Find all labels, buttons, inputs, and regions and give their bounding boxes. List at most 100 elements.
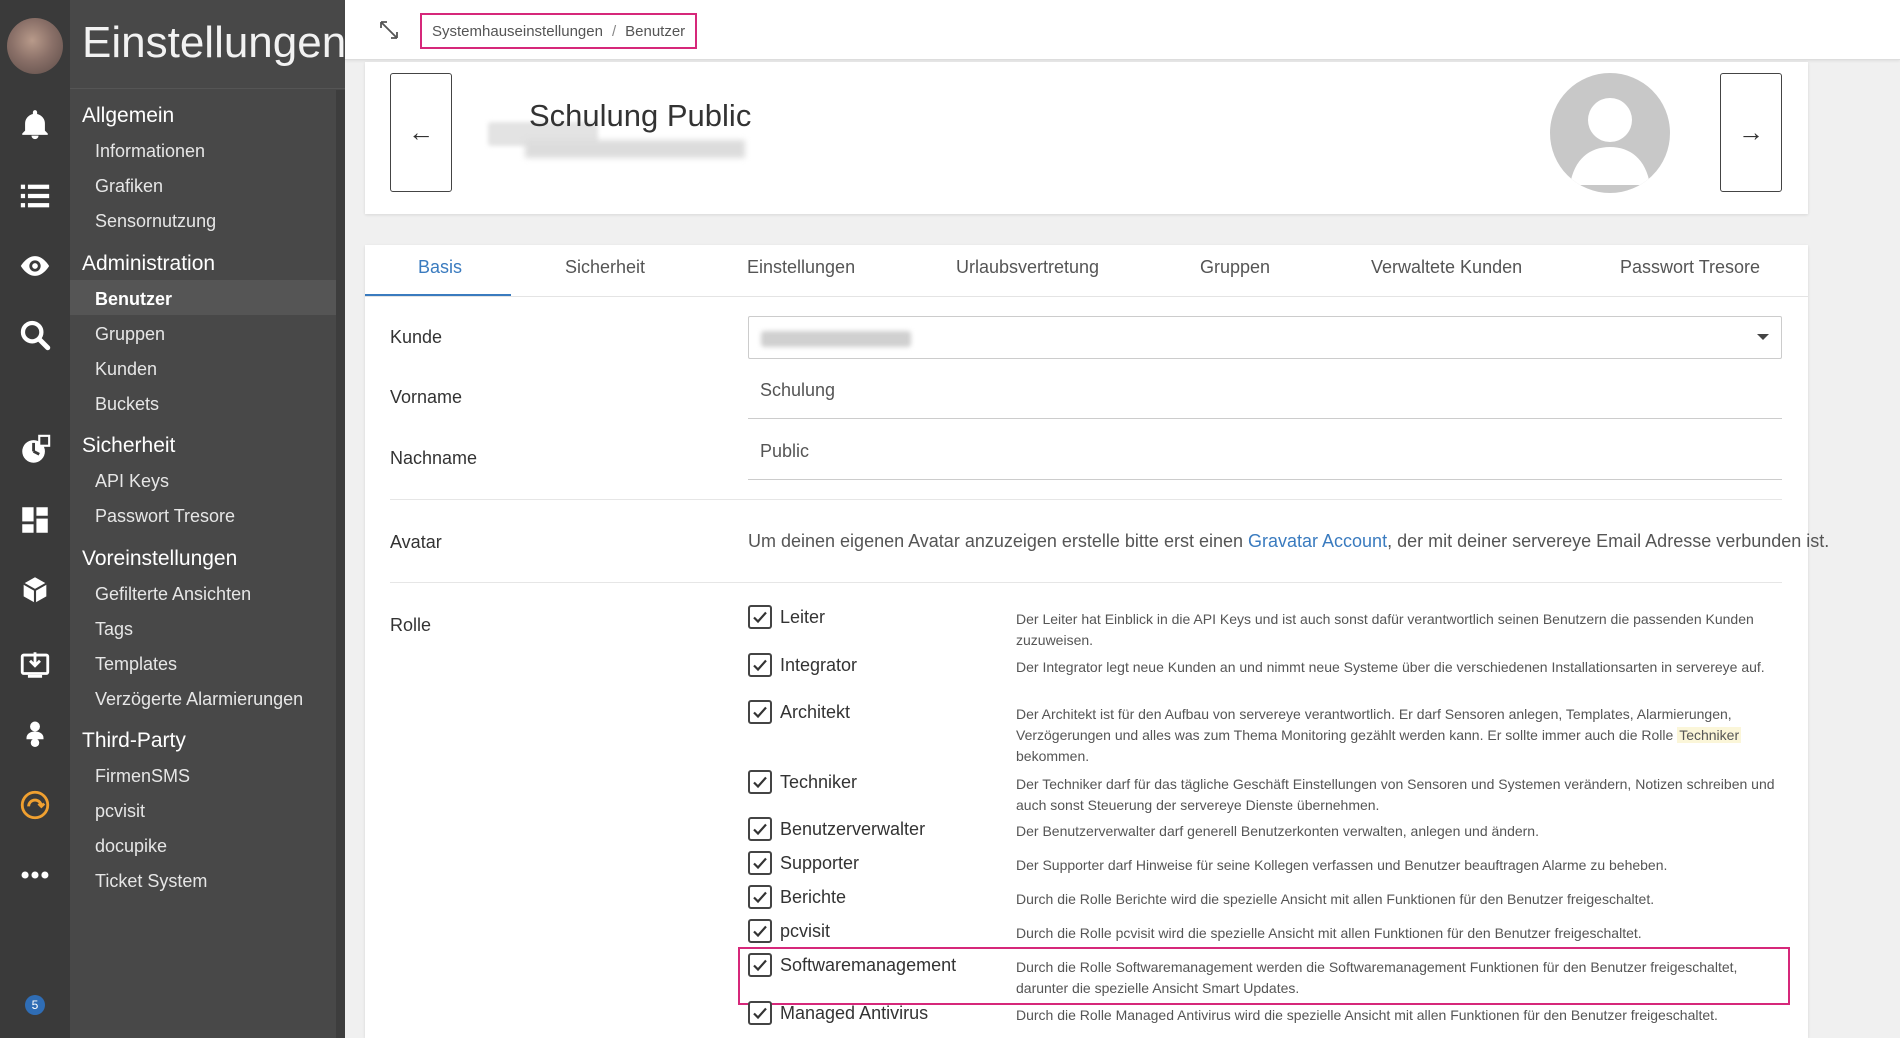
role-name-leiter: Leiter: [780, 607, 826, 627]
role-name-architekt: Architekt: [780, 702, 851, 722]
tab-sicherheit[interactable]: Sicherheit: [565, 257, 645, 278]
role-checkbox-supporter[interactable]: [748, 851, 772, 875]
list-icon[interactable]: [15, 176, 55, 216]
cube-icon[interactable]: [15, 570, 55, 610]
icon-rail: 5: [0, 0, 70, 1038]
user-title: Schulung Public: [529, 98, 752, 133]
menu-divider: [70, 88, 345, 89]
divider: [390, 499, 1782, 500]
role-name-managed-antivirus: Managed Antivirus: [780, 1003, 929, 1023]
menu-item-gruppen[interactable]: Gruppen: [95, 324, 165, 345]
menu-item-docupike[interactable]: docupike: [95, 836, 167, 857]
menu-item-grafiken[interactable]: Grafiken: [95, 176, 163, 197]
role-name-berichte: Berichte: [780, 887, 847, 907]
role-checkbox-softwaremanagement[interactable]: [748, 953, 772, 977]
nachname-label: Nachname: [390, 448, 478, 468]
menu-item-informationen[interactable]: Informationen: [95, 141, 205, 162]
menu-item-pcvisit[interactable]: pcvisit: [95, 801, 145, 822]
avatar-label: Avatar: [390, 532, 442, 552]
breadcrumb: Systemhauseinstellungen / Benutzer: [420, 13, 698, 49]
role-desc-integrator: Der Integrator legt neue Kunden an und n…: [1016, 659, 1765, 675]
menu-item-verzoegerte-alarmierungen[interactable]: Verzögerte Alarmierungen: [95, 689, 303, 710]
menu-item-templates[interactable]: Templates: [95, 654, 177, 675]
menu-section-third-party: Third-Party: [82, 729, 186, 752]
tab-gruppen[interactable]: Gruppen: [1200, 257, 1270, 278]
vorname-label: Vorname: [390, 387, 463, 407]
expand-icon[interactable]: [377, 18, 401, 42]
role-desc-supporter: Der Supporter darf Hinweise für seine Ko…: [1016, 857, 1668, 873]
role-desc-softwaremanagement: Durch die Rolle Softwaremanagement werde…: [1016, 959, 1738, 996]
more-icon[interactable]: [15, 855, 55, 895]
menu-item-api-keys[interactable]: API Keys: [95, 471, 169, 492]
search-icon[interactable]: [15, 315, 55, 355]
role-checkbox-leiter[interactable]: [748, 605, 772, 629]
tab-verwaltete-kunden[interactable]: Verwaltete Kunden: [1371, 257, 1522, 278]
blurred-email: [525, 140, 745, 158]
menu-item-buckets[interactable]: Buckets: [95, 394, 159, 415]
menu-item-kunden[interactable]: Kunden: [95, 359, 157, 380]
menu-item-passwort-tresore[interactable]: Passwort Tresore: [95, 506, 235, 527]
notification-count-badge[interactable]: 5: [25, 995, 45, 1015]
menu-section-sicherheit: Sicherheit: [82, 434, 176, 457]
menu-item-tags[interactable]: Tags: [95, 619, 133, 640]
techniker-highlight: Techniker: [1677, 727, 1742, 743]
rolle-label: Rolle: [390, 615, 432, 635]
role-checkbox-architekt[interactable]: [748, 700, 772, 724]
menu-item-sensornutzung[interactable]: Sensornutzung: [95, 211, 216, 232]
menu-item-ticket-system[interactable]: Ticket System: [95, 871, 207, 892]
vorname-field[interactable]: Schulung: [748, 376, 1782, 419]
role-name-benutzerverwalter: Benutzerverwalter: [780, 819, 926, 839]
menu-title: Einstellungen: [82, 18, 347, 67]
breadcrumb-current: Benutzer: [625, 22, 686, 40]
role-desc-benutzerverwalter: Der Benutzerverwalter darf generell Benu…: [1016, 823, 1539, 839]
menu-item-firmensms[interactable]: FirmenSMS: [95, 766, 190, 787]
breadcrumb-parent[interactable]: Systemhauseinstellungen: [432, 23, 603, 40]
refresh-icon[interactable]: [15, 785, 55, 825]
bell-icon[interactable]: [15, 105, 55, 145]
menu-section-administration: Administration: [82, 252, 216, 275]
eye-icon[interactable]: [15, 246, 55, 286]
user-avatar[interactable]: [7, 18, 63, 74]
active-tab-indicator: [365, 294, 511, 296]
role-desc-architekt: Der Architekt ist für den Aufbau von ser…: [1016, 706, 1742, 764]
role-checkbox-benutzerverwalter[interactable]: [748, 817, 772, 841]
menu-section-allgemein: Allgemein: [82, 104, 175, 127]
menu-scrollbar[interactable]: [336, 90, 345, 1038]
role-checkbox-berichte[interactable]: [748, 885, 772, 909]
menu-item-gefilterte-ansichten[interactable]: Gefilterte Ansichten: [95, 584, 251, 605]
avatar-info: Um deinen eigenen Avatar anzuzeigen erst…: [748, 531, 1830, 551]
breadcrumb-separator: /: [611, 22, 617, 40]
role-name-pcvisit: pcvisit: [780, 921, 831, 941]
role-desc-pcvisit: Durch die Rolle pcvisit wird die speziel…: [1016, 925, 1642, 941]
tab-passwort-tresore[interactable]: Passwort Tresore: [1620, 257, 1760, 278]
kunde-label: Kunde: [390, 327, 443, 347]
role-name-techniker: Techniker: [780, 772, 858, 792]
role-desc-berichte: Durch die Rolle Berichte wird die spezie…: [1016, 891, 1655, 907]
role-desc-leiter: Der Leiter hat Einblick in die API Keys …: [1016, 611, 1754, 648]
user-avatar-placeholder: [1550, 73, 1670, 193]
role-checkbox-integrator[interactable]: [748, 653, 772, 677]
dashboard-icon[interactable]: [15, 500, 55, 540]
role-name-supporter: Supporter: [780, 853, 860, 873]
tab-urlaubsvertretung[interactable]: Urlaubsvertretung: [956, 257, 1099, 278]
role-checkbox-techniker[interactable]: [748, 770, 772, 794]
divider: [390, 582, 1782, 583]
clock-chart-icon[interactable]: [15, 430, 55, 470]
nachname-field[interactable]: Public: [748, 437, 1782, 480]
gravatar-link[interactable]: Gravatar Account: [1248, 531, 1387, 551]
next-user-button[interactable]: →: [1720, 73, 1782, 192]
user-group-icon[interactable]: [15, 715, 55, 755]
role-checkbox-pcvisit[interactable]: [748, 919, 772, 943]
menu-section-voreinstellungen: Voreinstellungen: [82, 547, 238, 570]
menu-item-benutzer[interactable]: Benutzer: [95, 289, 172, 310]
previous-user-button[interactable]: ←: [390, 73, 452, 192]
kunde-select[interactable]: [748, 316, 1782, 359]
role-desc-techniker: Der Techniker darf für das tägliche Gesc…: [1016, 776, 1775, 813]
chevron-down-icon: [1757, 334, 1769, 340]
role-name-integrator: Integrator: [780, 655, 858, 675]
tab-einstellungen[interactable]: Einstellungen: [747, 257, 855, 278]
tab-basis[interactable]: Basis: [418, 257, 462, 278]
download-screen-icon[interactable]: [15, 645, 55, 685]
kunde-blurred-value: [761, 331, 911, 347]
role-checkbox-managed-antivirus[interactable]: [748, 1001, 772, 1025]
